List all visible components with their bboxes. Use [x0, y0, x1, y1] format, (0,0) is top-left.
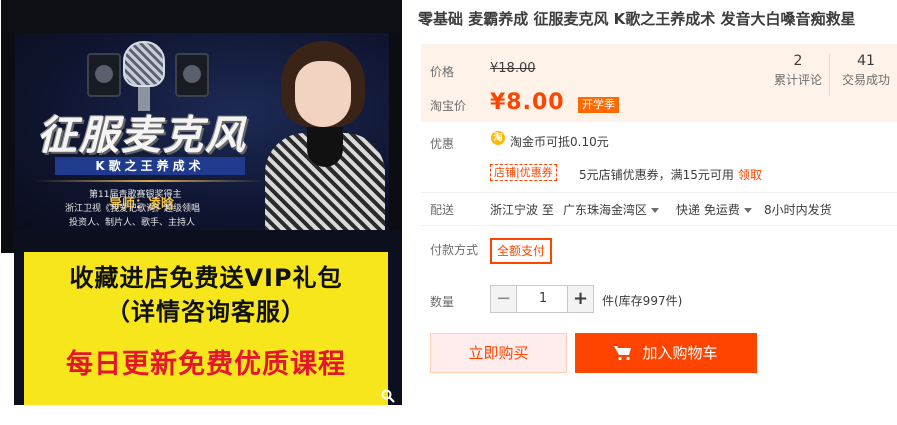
- original-price: ¥18.00: [490, 61, 536, 76]
- current-price: ¥8.00: [490, 90, 565, 115]
- ship-to-select[interactable]: 广东珠海金湾区: [563, 201, 660, 218]
- shopping-cart-icon: [614, 345, 632, 360]
- sales-count-label: 交易成功: [841, 73, 890, 87]
- stock-info: 件(库存997件): [602, 294, 683, 308]
- ship-to-value: 广东珠海金湾区: [563, 203, 648, 217]
- microphone-icon: [123, 41, 165, 111]
- increase-quantity-button[interactable]: +: [567, 286, 593, 312]
- promo-banner: 收藏进店免费送VIP礼包 （详情咨询客服） 每日更新免费优质课程: [24, 252, 388, 405]
- shop-coupon-tag: 店铺|优惠券: [490, 164, 557, 181]
- speaker-right-icon: [175, 53, 209, 97]
- magnifier-icon[interactable]: [381, 389, 395, 403]
- full-payment-option[interactable]: 全额支付: [490, 238, 553, 264]
- buy-now-button[interactable]: 立即购买: [430, 333, 567, 373]
- ship-from: 浙江宁波 至: [490, 203, 554, 217]
- sales-count: 41: [857, 53, 875, 69]
- promo-line-vip: 收藏进店免费送VIP礼包: [69, 264, 343, 292]
- review-count-label: 累计评论: [773, 73, 822, 87]
- shipping-method-value: 快递 免运费: [676, 203, 740, 217]
- season-badge: 开学季: [578, 97, 619, 113]
- shop-coupon-text: 5元店铺优惠券，满15元可用: [579, 168, 734, 182]
- poster-divider: [35, 180, 265, 182]
- quantity-stepper: − +: [490, 285, 594, 313]
- shipping-method-select[interactable]: 快递 免运费: [676, 201, 752, 218]
- add-to-cart-label: 加入购物车: [642, 344, 718, 362]
- promo-line-contact: （详情咨询客服）: [106, 298, 306, 326]
- speaker-left-icon: [87, 53, 121, 97]
- original-price-label: 价格: [430, 65, 455, 79]
- product-main-image[interactable]: 征服麦克风 K歌之王养成术 导师：凌晗 第11届青歌赛银奖得主 浙江卫视《我爱记…: [1, 0, 402, 253]
- poster-credential: 浙江卫视《我爱记歌词》超级领唱: [65, 204, 201, 214]
- claim-coupon-link[interactable]: 领取: [738, 166, 762, 183]
- image-top-frame: [1, 0, 402, 33]
- review-count: 2: [793, 53, 803, 69]
- chevron-down-icon: [743, 208, 752, 213]
- taobao-price-label: 淘宝价: [430, 99, 467, 113]
- mentor-portrait: [265, 41, 385, 231]
- divider: [421, 225, 897, 226]
- decrease-quantity-button[interactable]: −: [491, 286, 517, 312]
- chevron-down-icon: [651, 208, 660, 213]
- payment-label: 付款方式: [430, 243, 479, 257]
- quantity-input[interactable]: [518, 286, 568, 312]
- promo-line-daily: 每日更新免费优质课程: [66, 349, 346, 380]
- add-to-cart-button[interactable]: 加入购物车: [575, 333, 757, 373]
- quantity-label: 数量: [430, 295, 455, 309]
- shipping-label: 配送: [430, 203, 455, 217]
- poster-title: 征服麦克风: [37, 112, 247, 159]
- poster-credential: 第11届青歌赛银奖得主: [89, 190, 182, 200]
- stat-divider: [829, 54, 830, 96]
- taobao-coin-icon: 淘: [491, 131, 505, 145]
- product-title: 零基础 麦霸养成 征服麦克风 K歌之王养成术 发音大白嗓音痴救星: [418, 10, 856, 28]
- review-count-stat[interactable]: 2 累计评论: [766, 53, 830, 88]
- poster-stage: 征服麦克风 K歌之王养成术 导师：凌晗 第11届青歌赛银奖得主 浙江卫视《我爱记…: [15, 33, 389, 231]
- product-gallery: 征服麦克风 K歌之王养成术 导师：凌晗 第11届青歌赛银奖得主 浙江卫视《我爱记…: [0, 0, 402, 405]
- sales-count-stat: 41 交易成功: [834, 53, 897, 88]
- dispatch-time: 8小时内发货: [764, 203, 832, 217]
- poster-subtitle: K歌之王养成术: [55, 157, 245, 175]
- discount-label: 优惠: [430, 137, 455, 151]
- coin-deduction-text: 淘金币可抵0.10元: [510, 135, 609, 149]
- divider: [421, 192, 897, 193]
- poster-credential: 投资人、制片人、歌手、主持人: [69, 218, 196, 228]
